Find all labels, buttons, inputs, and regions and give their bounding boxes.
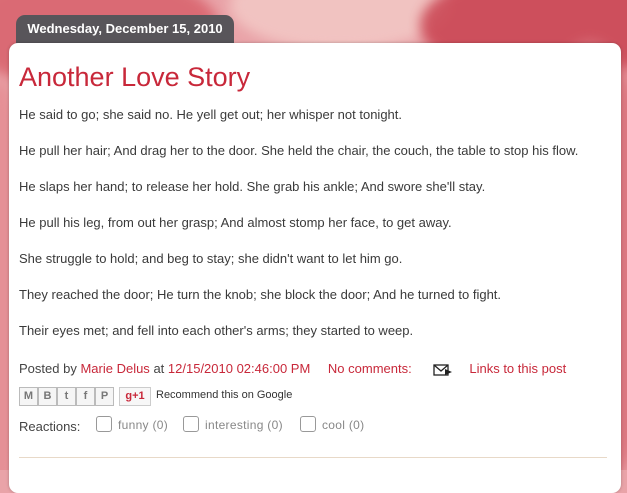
checkbox[interactable] [96, 416, 112, 432]
post-footer: Posted by Marie Delus at 12/15/2010 02:4… [19, 361, 566, 377]
author-link[interactable]: Marie Delus [80, 361, 149, 376]
post-paragraph: He pull his leg, from out her grasp; And… [19, 215, 452, 230]
pinterest-share-icon[interactable]: P [95, 387, 114, 406]
google-plus-one-button[interactable]: g+1 [119, 387, 151, 406]
twitter-share-icon[interactable]: t [57, 387, 76, 406]
checkbox[interactable] [300, 416, 316, 432]
email-post-icon[interactable] [433, 363, 453, 377]
timestamp-link[interactable]: 12/15/2010 02:46:00 PM [168, 361, 310, 376]
reaction-label: cool (0) [322, 418, 365, 432]
posted-by-label: Posted by [19, 361, 77, 376]
post-paragraph: He slaps her hand; to release her hold. … [19, 179, 486, 194]
reaction-label: funny (0) [118, 418, 169, 432]
links-to-post-link[interactable]: Links to this post [469, 361, 566, 376]
post-paragraph: She struggle to hold; and beg to stay; s… [19, 251, 403, 266]
post-title[interactable]: Another Love Story [19, 61, 250, 93]
recommend-google-text: Recommend this on Google [156, 389, 293, 401]
email-share-icon[interactable]: M [19, 387, 38, 406]
post-divider [19, 457, 607, 458]
blogger-share-icon[interactable]: B [38, 387, 57, 406]
reaction-label: interesting (0) [205, 418, 283, 432]
comments-link[interactable]: No comments: [328, 361, 412, 376]
post-paragraph: They reached the door; He turn the knob;… [19, 287, 502, 302]
date-header: Wednesday, December 15, 2010 [16, 15, 234, 45]
checkbox[interactable] [183, 416, 199, 432]
post-paragraph: Their eyes met; and fell into each other… [19, 323, 414, 338]
reactions-label: Reactions: [19, 419, 81, 434]
at-label: at [153, 361, 165, 376]
post-paragraph: He pull her hair; And drag her to the do… [19, 143, 579, 158]
post-paragraph: He said to go; she said no. He yell get … [19, 107, 403, 122]
facebook-share-icon[interactable]: f [76, 387, 95, 406]
